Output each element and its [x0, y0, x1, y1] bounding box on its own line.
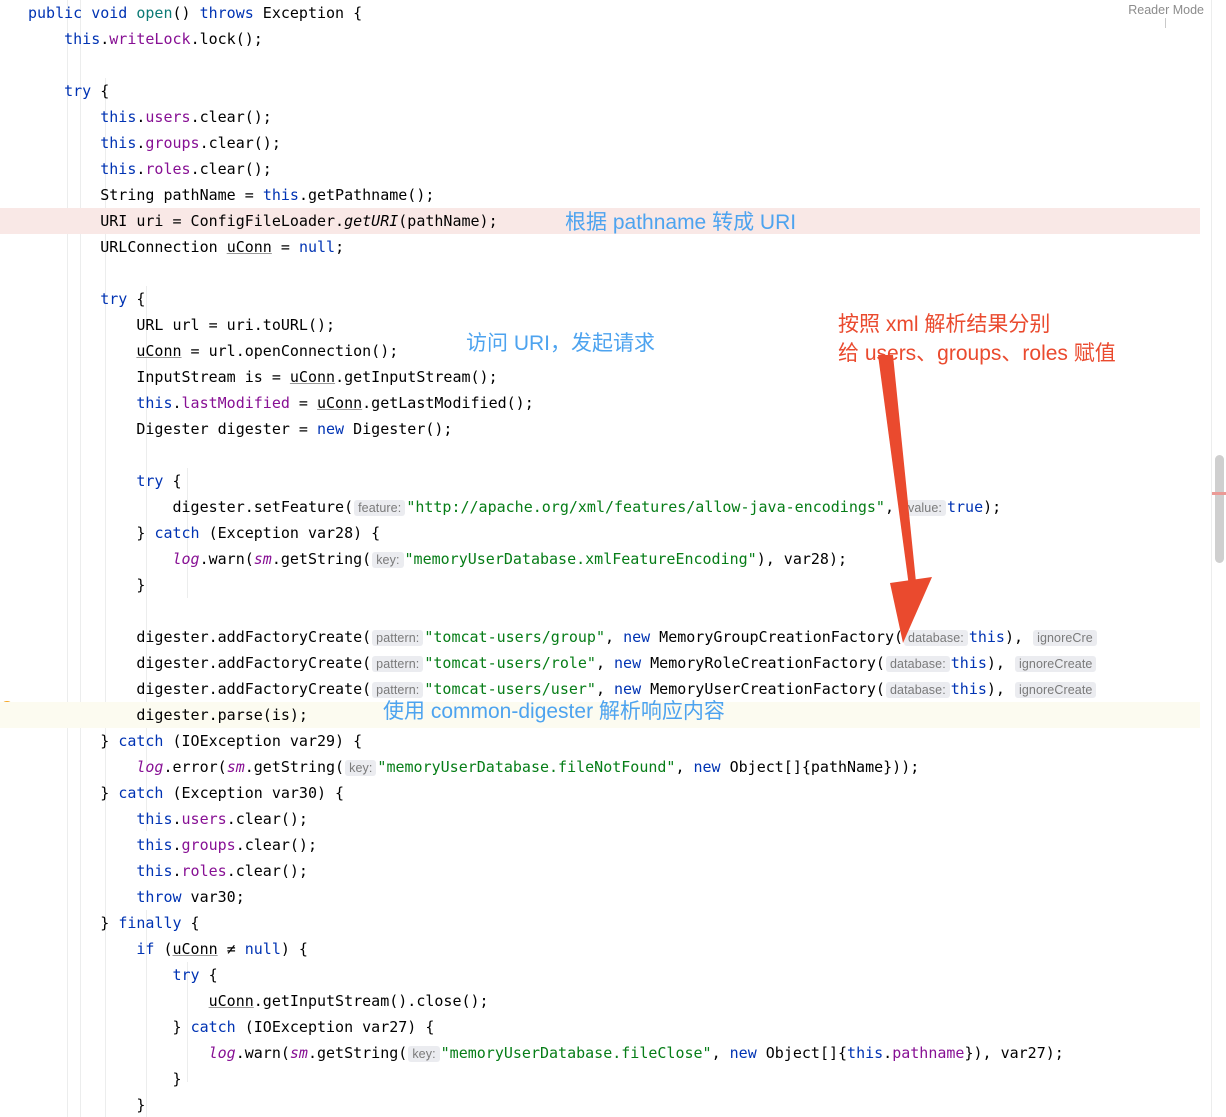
code-line[interactable]: throw var30;: [0, 884, 1200, 910]
code-line[interactable]: Digester digester = new Digester();: [0, 416, 1200, 442]
param-hint: key:: [345, 760, 377, 776]
reader-mode-label: Reader Mode: [1128, 3, 1204, 17]
code-line[interactable]: [0, 52, 1200, 78]
code-line[interactable]: this.users.clear();: [0, 806, 1200, 832]
code-line[interactable]: try {: [0, 962, 1200, 988]
code-line[interactable]: this.roles.clear();: [0, 156, 1200, 182]
code-editor[interactable]: public void open() throws Exception { th…: [0, 0, 1226, 1117]
param-hint: ignoreCreate: [1015, 656, 1097, 672]
param-hint: ignoreCre: [1033, 630, 1097, 646]
reader-mode-caret: [1165, 18, 1166, 28]
code-line[interactable]: try {: [0, 468, 1200, 494]
code-line[interactable]: this.lastModified = uConn.getLastModifie…: [0, 390, 1200, 416]
code-line[interactable]: try {: [0, 78, 1200, 104]
param-hint: feature:: [354, 500, 406, 516]
param-hint: database:: [885, 656, 950, 672]
red-arrow-icon: [878, 355, 932, 643]
code-line[interactable]: this.roles.clear();: [0, 858, 1200, 884]
code-line[interactable]: } catch (IOException var27) {: [0, 1014, 1200, 1040]
code-line[interactable]: log.warn(sm.getString(key: "memoryUserDat…: [0, 546, 1200, 572]
code-line[interactable]: InputStream is = uConn.getInputStream();: [0, 364, 1200, 390]
code-line[interactable]: } finally {: [0, 910, 1200, 936]
code-line[interactable]: if (uConn ≠ null) {: [0, 936, 1200, 962]
code-line[interactable]: } catch (IOException var29) {: [0, 728, 1200, 754]
code-line[interactable]: public void open() throws Exception {: [0, 0, 1200, 26]
param-hint: pattern:: [372, 630, 424, 646]
code-line[interactable]: digester.setFeature(feature: "http://apac…: [0, 494, 1200, 520]
code-content[interactable]: public void open() throws Exception { th…: [0, 0, 1200, 1117]
code-line[interactable]: [0, 598, 1200, 624]
scrollbar-thumb[interactable]: [1215, 455, 1224, 563]
code-line[interactable]: [0, 442, 1200, 468]
code-line-error[interactable]: URI uri = ConfigFileLoader.getURI(pathNa…: [0, 208, 1200, 234]
code-line[interactable]: uConn = url.openConnection();: [0, 338, 1200, 364]
code-line[interactable]: digester.addFactoryCreate(pattern: "tomca…: [0, 676, 1200, 702]
code-line[interactable]: }: [0, 572, 1200, 598]
code-line[interactable]: } catch (Exception var28) {: [0, 520, 1200, 546]
code-line[interactable]: digester.addFactoryCreate(pattern: "tomca…: [0, 624, 1200, 650]
param-hint: ignoreCreate: [1015, 682, 1097, 698]
code-line[interactable]: [0, 260, 1200, 286]
code-line[interactable]: this.writeLock.lock();: [0, 26, 1200, 52]
code-line[interactable]: URLConnection uConn = null;: [0, 234, 1200, 260]
code-line[interactable]: try {: [0, 286, 1200, 312]
code-line[interactable]: } catch (Exception var30) {: [0, 780, 1200, 806]
code-line[interactable]: URL url = uri.toURL();: [0, 312, 1200, 338]
code-line[interactable]: log.error(sm.getString(key: "memoryUserDa…: [0, 754, 1200, 780]
code-line[interactable]: String pathName = this.getPathname();: [0, 182, 1200, 208]
code-line[interactable]: this.groups.clear();: [0, 130, 1200, 156]
code-line[interactable]: }: [0, 1092, 1200, 1117]
code-line[interactable]: uConn.getInputStream().close();: [0, 988, 1200, 1014]
param-hint: key:: [372, 552, 404, 568]
param-hint: database:: [885, 682, 950, 698]
param-hint: key:: [408, 1046, 440, 1062]
code-line[interactable]: log.warn(sm.getString(key: "memoryUserDat…: [0, 1040, 1200, 1066]
code-line[interactable]: this.groups.clear();: [0, 832, 1200, 858]
param-hint: pattern:: [372, 682, 424, 698]
code-line[interactable]: digester.addFactoryCreate(pattern: "tomca…: [0, 650, 1200, 676]
param-hint: pattern:: [372, 656, 424, 672]
error-stripe-marker[interactable]: [1212, 492, 1226, 495]
code-line-caret[interactable]: digester.parse(is);: [0, 702, 1200, 728]
code-line[interactable]: this.users.clear();: [0, 104, 1200, 130]
vertical-scrollbar[interactable]: [1211, 0, 1226, 1117]
code-line[interactable]: }: [0, 1066, 1200, 1092]
